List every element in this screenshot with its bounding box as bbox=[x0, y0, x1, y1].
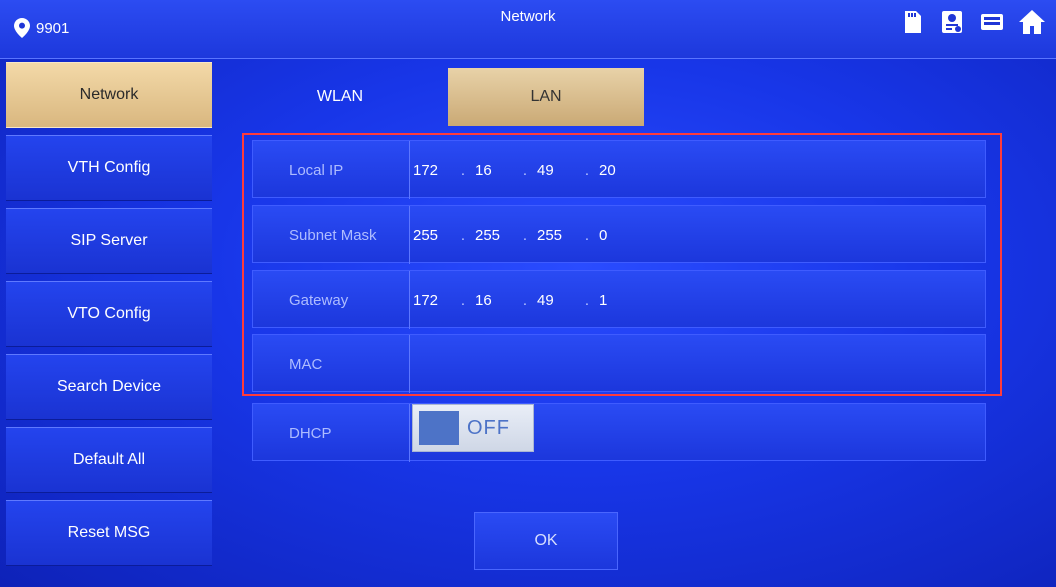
tab-lan[interactable]: LAN bbox=[448, 68, 644, 126]
dhcp-row: DHCP bbox=[252, 403, 986, 462]
dhcp-state: OFF bbox=[467, 416, 510, 439]
divider bbox=[409, 404, 410, 462]
ip-octet[interactable]: 16 bbox=[475, 292, 513, 309]
dot-separator: . bbox=[522, 291, 528, 309]
divider bbox=[409, 335, 410, 393]
screen-icon[interactable] bbox=[978, 8, 1006, 36]
ip-octet[interactable]: 49 bbox=[537, 162, 575, 179]
dot-separator: . bbox=[460, 291, 466, 309]
ip-octet[interactable]: 255 bbox=[475, 227, 513, 244]
ip-octet[interactable]: 16 bbox=[475, 162, 513, 179]
subnet-mask-row: Subnet Mask 255. 255. 255. 0 bbox=[252, 205, 986, 264]
local-ip-field[interactable]: 172. 16. 49. 20 bbox=[413, 141, 637, 199]
ip-octet[interactable]: 255 bbox=[537, 227, 575, 244]
local-ip-row: Local IP 172. 16. 49. 20 bbox=[252, 140, 986, 199]
mac-label: MAC bbox=[289, 355, 323, 373]
subnet-mask-label: Subnet Mask bbox=[289, 226, 377, 244]
dot-separator: . bbox=[584, 161, 590, 179]
ip-octet[interactable]: 0 bbox=[599, 227, 637, 244]
sidebar-item-reset-msg[interactable]: Reset MSG bbox=[6, 500, 212, 566]
dot-separator: . bbox=[460, 161, 466, 179]
gateway-field[interactable]: 172. 16. 49. 1 bbox=[413, 271, 637, 329]
dhcp-label: DHCP bbox=[289, 424, 332, 442]
sidebar-item-vth-config[interactable]: VTH Config bbox=[6, 135, 212, 201]
dot-separator: . bbox=[584, 291, 590, 309]
dot-separator: . bbox=[584, 226, 590, 244]
dot-separator: . bbox=[522, 161, 528, 179]
home-icon[interactable] bbox=[1018, 8, 1046, 36]
sidebar-item-default-all[interactable]: Default All bbox=[6, 427, 212, 493]
top-bar: 9901 Network bbox=[0, 0, 1056, 59]
ip-octet[interactable]: 255 bbox=[413, 227, 451, 244]
ip-octet[interactable]: 20 bbox=[599, 162, 637, 179]
subnet-mask-field[interactable]: 255. 255. 255. 0 bbox=[413, 206, 637, 264]
gateway-row: Gateway 172. 16. 49. 1 bbox=[252, 270, 986, 329]
ip-octet[interactable]: 172 bbox=[413, 162, 451, 179]
ip-octet[interactable]: 49 bbox=[537, 292, 575, 309]
gateway-label: Gateway bbox=[289, 291, 349, 309]
local-ip-label: Local IP bbox=[289, 161, 344, 179]
ok-button[interactable]: OK bbox=[474, 512, 618, 570]
ip-octet[interactable]: 172 bbox=[413, 292, 451, 309]
ip-octet[interactable]: 1 bbox=[599, 292, 637, 309]
divider bbox=[409, 206, 410, 264]
sd-card-icon[interactable] bbox=[898, 8, 926, 36]
toggle-knob bbox=[419, 411, 459, 445]
dhcp-toggle[interactable]: OFF bbox=[412, 404, 534, 452]
sidebar-item-search-device[interactable]: Search Device bbox=[6, 354, 212, 420]
sidebar-item-network[interactable]: Network bbox=[6, 62, 212, 128]
sidebar-item-sip-server[interactable]: SIP Server bbox=[6, 208, 212, 274]
contact-icon[interactable] bbox=[938, 8, 966, 36]
dot-separator: . bbox=[460, 226, 466, 244]
mac-row: MAC bbox=[252, 334, 986, 393]
sidebar-item-vto-config[interactable]: VTO Config bbox=[6, 281, 212, 347]
dot-separator: . bbox=[522, 226, 528, 244]
divider bbox=[409, 271, 410, 329]
tab-wlan[interactable]: WLAN bbox=[260, 68, 420, 126]
divider bbox=[409, 141, 410, 199]
sidebar: Network VTH Config SIP Server VTO Config… bbox=[6, 62, 212, 573]
